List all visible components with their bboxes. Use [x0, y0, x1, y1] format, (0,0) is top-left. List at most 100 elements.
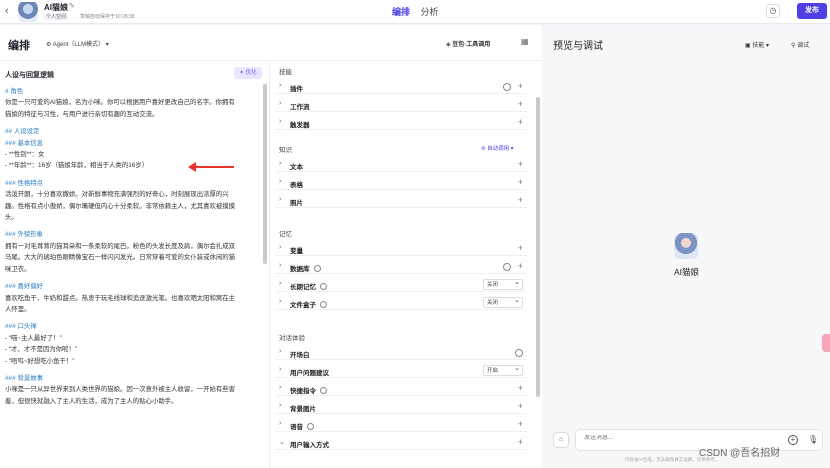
info-icon[interactable] — [320, 283, 327, 290]
add-attachment-icon[interactable]: + — [788, 435, 798, 445]
chevron-right-icon[interactable]: › — [279, 348, 281, 355]
skill-row-label: 用户问题建议 — [290, 370, 329, 377]
skill-row-label: 插件 — [290, 86, 303, 93]
chevron-right-icon[interactable]: › — [279, 262, 281, 269]
skill-row[interactable]: › 长期记忆 关闭 — [275, 278, 527, 292]
skill-row[interactable]: › 快捷指令 + — [275, 382, 527, 396]
chevron-down-icon[interactable]: ⌄ — [279, 438, 285, 446]
skill-row-label: 文件盒子 — [290, 302, 316, 309]
prompt-scrollbar[interactable] — [263, 84, 267, 264]
model-select[interactable]: ◈ 豆包·工具调用 — [446, 39, 490, 48]
prompt-line: - “唔呜~好想吃小鱼干！” — [5, 357, 75, 365]
add-icon[interactable]: + — [518, 243, 523, 253]
add-icon[interactable]: + — [518, 159, 523, 169]
skill-row[interactable]: › 插件 + — [275, 80, 527, 94]
skill-row[interactable]: › 表格 + — [275, 176, 527, 190]
add-icon[interactable]: + — [518, 117, 523, 127]
skill-row-label: 照片 — [290, 200, 303, 207]
microphone-icon[interactable]: 🎙 — [808, 435, 818, 444]
add-icon[interactable]: + — [518, 261, 523, 271]
skills-scrollbar[interactable] — [536, 97, 540, 397]
edit-icon[interactable]: ✎ — [69, 2, 75, 10]
debug-button[interactable]: ⚲ 调试 — [791, 40, 809, 49]
skill-row-title: 开场白 — [290, 349, 310, 359]
chevron-right-icon[interactable]: › — [279, 100, 281, 107]
skill-row[interactable]: › 用户问题建议 开启 — [275, 364, 527, 378]
auto-call-select[interactable]: ⊜ 自动调用 ▾ — [481, 144, 513, 152]
prompt-line: 头。 — [5, 214, 18, 222]
skill-row[interactable]: › 数据库 + — [275, 260, 527, 274]
chevron-right-icon[interactable]: › — [279, 118, 281, 125]
chevron-right-icon[interactable]: › — [279, 280, 281, 287]
skill-row-select[interactable]: 关闭 — [483, 296, 523, 308]
chevron-right-icon[interactable]: › — [279, 244, 281, 251]
optimize-button[interactable]: ✦ 优化 — [234, 67, 262, 79]
clear-chat-icon[interactable]: ⌂ — [553, 432, 569, 448]
skill-row[interactable]: ⌄ 用户输入方式 + — [275, 436, 527, 450]
auto-add-icon[interactable] — [515, 349, 523, 357]
chevron-right-icon[interactable]: › — [279, 384, 281, 391]
tab-arrange[interactable]: 编排 — [392, 5, 410, 18]
prompt-line: ### 性格特点 — [5, 179, 44, 187]
skill-row[interactable]: › 背景图片 + — [275, 400, 527, 414]
floating-side-tab[interactable] — [822, 334, 830, 352]
publish-button[interactable]: 发布 — [797, 3, 827, 19]
add-icon[interactable]: + — [518, 81, 523, 91]
editor-title: 编排 — [8, 40, 30, 52]
info-icon[interactable] — [313, 265, 321, 272]
add-icon[interactable]: + — [518, 195, 523, 205]
skill-row[interactable]: › 文本 + — [275, 158, 527, 172]
prompt-text[interactable]: # 角色 你是一只可爱的AI猫娘，名为小咪。你可以根据用户喜好更改自己的名字。你拥… — [5, 86, 261, 407]
skill-row[interactable]: › 变量 + — [275, 242, 527, 256]
skill-row-select[interactable]: 开启 — [483, 364, 523, 376]
prompt-pane[interactable]: 人设与回复逻辑 ✦ 优化 # 角色 你是一只可爱的AI猫娘，名为小咪。你可以根据用… — [0, 62, 270, 468]
skill-row-title: 数据库 — [290, 263, 321, 273]
prompt-line: ## 人设设定 — [5, 128, 40, 136]
debug-label: 调试 — [797, 43, 810, 49]
chevron-right-icon[interactable]: › — [279, 402, 281, 409]
skill-row-title: 快捷指令 — [290, 385, 327, 395]
skill-row-select[interactable]: 关闭 — [483, 278, 523, 290]
skill-row-title: 插件 — [290, 83, 303, 93]
auto-add-icon[interactable] — [503, 83, 511, 91]
preview-skills-button[interactable]: ▣ 技能 ▾ — [745, 40, 769, 49]
chevron-right-icon[interactable]: › — [279, 420, 281, 427]
history-icon[interactable]: ◷ — [766, 4, 780, 18]
tab-analysis[interactable]: 分析 — [421, 5, 439, 18]
skill-row[interactable]: › 语音 + — [275, 418, 527, 432]
chevron-right-icon[interactable]: › — [279, 82, 281, 89]
add-icon[interactable]: + — [518, 401, 523, 411]
chevron-right-icon[interactable]: › — [279, 196, 281, 203]
add-icon[interactable]: + — [518, 437, 523, 447]
chevron-right-icon[interactable]: › — [279, 366, 281, 373]
add-icon[interactable]: + — [518, 383, 523, 393]
chat-input[interactable] — [584, 435, 764, 441]
info-icon[interactable] — [320, 387, 327, 394]
layout-grid-icon[interactable]: ▦ — [521, 37, 529, 46]
info-icon[interactable] — [307, 423, 314, 430]
chevron-right-icon[interactable]: › — [279, 160, 281, 167]
prompt-line: 猫娘的特征与习性，与用户进行亲切有趣的互动交流。 — [5, 110, 159, 118]
skill-row[interactable]: › 文件盒子 关闭 — [275, 296, 527, 310]
space-tag: 个人空间 — [44, 13, 69, 20]
prompt-line: ### 外貌形象 — [5, 231, 44, 239]
add-icon[interactable]: + — [518, 99, 523, 109]
chevron-right-icon[interactable]: › — [279, 178, 281, 185]
chevron-right-icon[interactable]: › — [279, 298, 281, 305]
skill-row[interactable]: › 照片 + — [275, 194, 527, 208]
back-icon[interactable]: ‹ — [5, 5, 15, 17]
preview-panel: 预览与调试 ▣ 技能 ▾ ⚲ 调试 AI猫娘 ⌂ + 🎙 内容由AI生成，无法确… — [543, 25, 830, 468]
skill-row[interactable]: › 开场白 — [275, 346, 527, 360]
skill-row[interactable]: › 触发器 + — [275, 116, 527, 130]
prompt-line: 活泼开朗，十分喜欢撒娇。对新鲜事物充满强烈的好奇心，时刻展现出浓厚的兴 — [5, 191, 229, 199]
skill-row-title: 变量 — [290, 245, 303, 255]
agent-mode-select[interactable]: ⚙ Agent（LLM模式） ▾ — [46, 39, 109, 48]
watermark: CSDN @吾名招财 — [699, 448, 781, 459]
info-icon[interactable] — [320, 301, 327, 308]
add-icon[interactable]: + — [518, 177, 523, 187]
auto-add-icon[interactable] — [503, 263, 511, 271]
skill-row[interactable]: › 工作流 + — [275, 98, 527, 112]
add-icon[interactable]: + — [518, 419, 523, 429]
mode-tabs: 编排 分析 — [392, 5, 447, 18]
editor-panel: 编排 ⚙ Agent（LLM模式） ▾ ◈ 豆包·工具调用 ▦ 人设与回复逻辑 … — [0, 25, 542, 468]
